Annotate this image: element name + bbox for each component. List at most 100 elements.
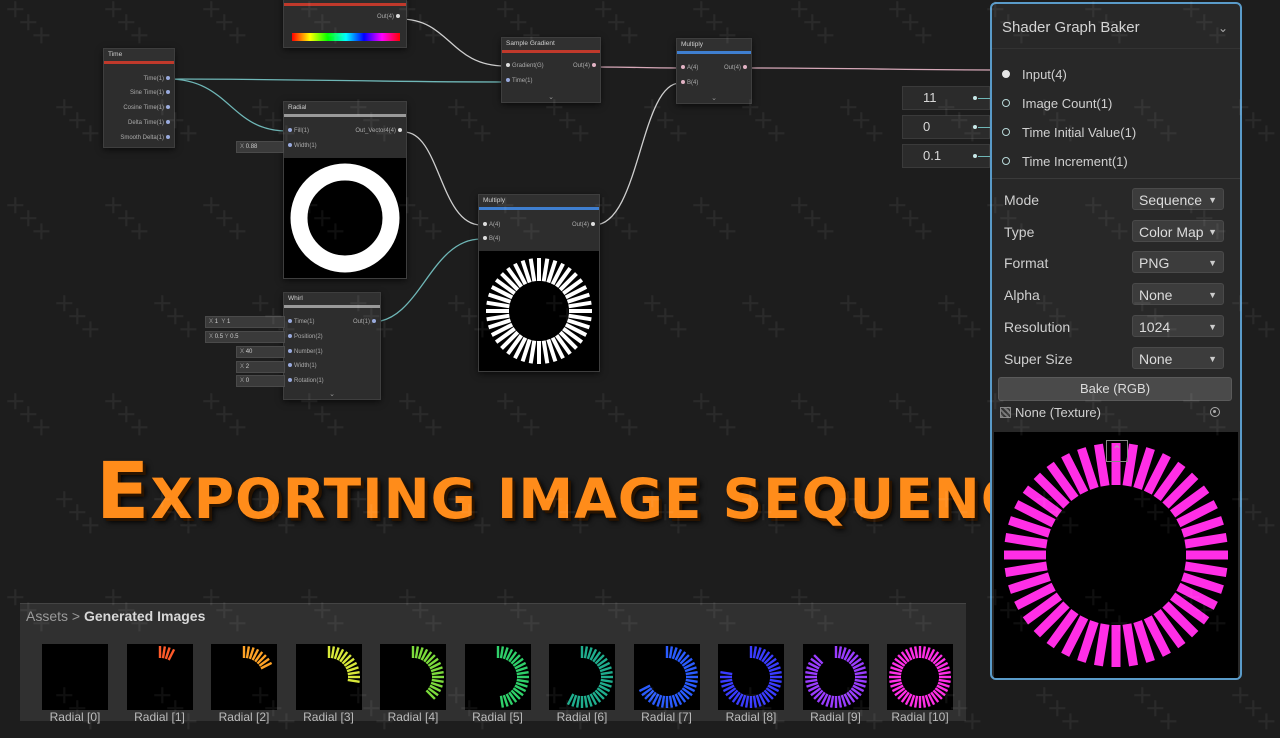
sample-gradient-node[interactable]: Sample Gradient Gradient(G) Time(1) Out(… — [501, 37, 601, 103]
ring-segment — [829, 695, 834, 708]
super-size-row: Super Size None ▼ — [1004, 347, 1226, 371]
port-dot[interactable] — [166, 90, 170, 95]
port-dot[interactable] — [166, 120, 170, 125]
super-size-label: Super Size — [1004, 351, 1073, 367]
port-dot[interactable] — [973, 96, 977, 100]
asset-thumbnail[interactable] — [549, 644, 615, 710]
bake-button[interactable]: Bake (RGB) — [998, 377, 1232, 401]
asset-thumbnail[interactable] — [211, 644, 277, 710]
radial-width-input[interactable]: X 0.88 — [236, 141, 284, 153]
port-dot[interactable] — [973, 154, 977, 158]
asset-thumbnail[interactable] — [126, 644, 193, 710]
time-initial-pin[interactable]: Time Initial Value(1) — [992, 123, 1232, 145]
texture-field[interactable]: None (Texture) — [1000, 402, 1230, 424]
multiply-mid-title: Multiply — [483, 197, 506, 204]
type-value: Color Map — [1139, 224, 1204, 240]
input-pin[interactable]: Input(4) — [992, 65, 1232, 87]
value: 2 — [245, 364, 250, 370]
port-ring-icon[interactable] — [1002, 70, 1010, 78]
type-row: Type Color Map ▼ — [1004, 220, 1226, 244]
port-ring-icon[interactable] — [1002, 99, 1010, 107]
whirl-title: Whirl — [288, 295, 303, 302]
ring-segment — [804, 678, 817, 684]
mode-row: Mode Sequence ▼ — [1004, 188, 1226, 212]
port-dot[interactable] — [166, 105, 170, 110]
value: 1 — [214, 319, 219, 325]
headline-initial: E — [96, 447, 151, 537]
port-dot[interactable] — [973, 125, 977, 129]
ring-segment — [1094, 443, 1110, 487]
ring-segment — [568, 313, 592, 322]
dropdown-arrow-icon: ▼ — [1208, 227, 1217, 237]
time-node[interactable]: Time Time(1) Sine Time(1) Cosine Time(1)… — [103, 48, 175, 148]
super-size-dropdown[interactable]: None ▼ — [1132, 347, 1224, 369]
image-count-input[interactable]: 11 — [902, 86, 990, 110]
mode-dropdown[interactable]: Sequence ▼ — [1132, 188, 1224, 210]
chevron-down-icon[interactable]: ⌄ — [677, 94, 751, 102]
radial-node[interactable]: Radial Fill(1) Width(1) Out_Vector4(4) — [283, 101, 407, 279]
alpha-dropdown[interactable]: None ▼ — [1132, 283, 1224, 305]
time-increment-pin[interactable]: Time Increment(1) — [992, 152, 1232, 174]
collapse-preview-icon[interactable]: ⌃ — [1106, 440, 1128, 462]
chevron-down-icon[interactable]: ⌄ — [1218, 4, 1228, 52]
asset-thumbnail[interactable] — [464, 644, 531, 710]
time-increment-value: 0.1 — [923, 148, 942, 163]
y-label: Y — [224, 334, 229, 340]
port-ring-icon[interactable] — [1002, 157, 1010, 165]
asset-thumbnail[interactable] — [718, 644, 784, 710]
x-label: X — [209, 334, 214, 340]
port-ring-icon[interactable] — [1002, 128, 1010, 136]
asset-thumbnail[interactable] — [802, 644, 869, 710]
ring-segment — [769, 678, 782, 684]
time-initial-input[interactable]: 0 — [902, 115, 990, 139]
multiply-preview — [479, 251, 599, 371]
x-label: X — [209, 319, 214, 325]
whirl-time-input[interactable]: X 1 Y 1 — [205, 316, 285, 328]
shader-graph-baker-node[interactable]: Shader Graph Baker ⌄ Input(4) Image Coun… — [990, 2, 1242, 680]
resolution-dropdown[interactable]: 1024 ▼ — [1132, 315, 1224, 337]
chevron-down-icon[interactable]: ⌄ — [284, 390, 380, 398]
multiply-node-mid[interactable]: Multiply A(4) B(4) Out(4) — [478, 194, 600, 372]
port-dot[interactable] — [166, 76, 170, 81]
whirl-rotation-input[interactable]: X 0 — [236, 375, 285, 387]
gradient-swatch — [292, 33, 400, 41]
asset-name: Radial [8] — [725, 710, 777, 724]
asset-thumbnail[interactable] — [633, 644, 700, 710]
breadcrumb-folder[interactable]: Generated Images — [84, 608, 205, 624]
image-count-pin[interactable]: Image Count(1) — [992, 94, 1232, 116]
type-dropdown[interactable]: Color Map ▼ — [1132, 220, 1224, 242]
multiply-node-top[interactable]: Multiply A(4) B(4) Out(4) ⌄ — [676, 38, 752, 104]
asset-thumbnail[interactable] — [295, 644, 362, 710]
whirl-width-input[interactable]: X 2 — [236, 361, 285, 373]
baker-title-bar[interactable]: Shader Graph Baker ⌄ — [992, 4, 1240, 49]
radial-out-label: Out_Vector4(4) — [355, 128, 396, 134]
breadcrumb-root[interactable]: Assets — [26, 608, 68, 624]
whirl-number-input[interactable]: X 40 — [236, 346, 285, 358]
object-picker-icon[interactable] — [1210, 407, 1220, 417]
ring-segment — [854, 670, 867, 676]
dropdown-arrow-icon: ▼ — [1208, 195, 1217, 205]
whirl-position-input[interactable]: X 0.5 Y 0.5 — [205, 331, 285, 343]
type-label: Type — [1004, 224, 1035, 240]
ring-segment — [744, 695, 750, 708]
format-label: Format — [1004, 255, 1049, 271]
whirl-node[interactable]: Whirl Time(1) Position(2) Number(1) Widt… — [283, 292, 381, 400]
asset-thumbnail[interactable] — [887, 644, 953, 710]
asset-thumbnail[interactable] — [380, 644, 446, 710]
value: 0.5 — [214, 334, 224, 340]
port-dot[interactable] — [166, 135, 170, 140]
gradient-out-label: Out(4) — [376, 14, 394, 20]
ring-segment — [1184, 561, 1228, 577]
alpha-label: Alpha — [1004, 287, 1040, 303]
ring-segment — [600, 670, 613, 676]
chevron-down-icon[interactable]: ⌄ — [502, 93, 600, 101]
format-dropdown[interactable]: PNG ▼ — [1132, 251, 1224, 273]
gradient-in-label: Gradient(G) — [512, 63, 544, 69]
ring-segment — [685, 670, 698, 676]
x-label: X — [240, 144, 245, 150]
asset-thumbnail[interactable] — [42, 644, 108, 710]
ring-segment — [499, 695, 504, 708]
ring-segment — [516, 670, 529, 676]
time-increment-input[interactable]: 0.1 — [902, 144, 990, 168]
gradient-node[interactable]: Out(4) — [283, 0, 407, 48]
